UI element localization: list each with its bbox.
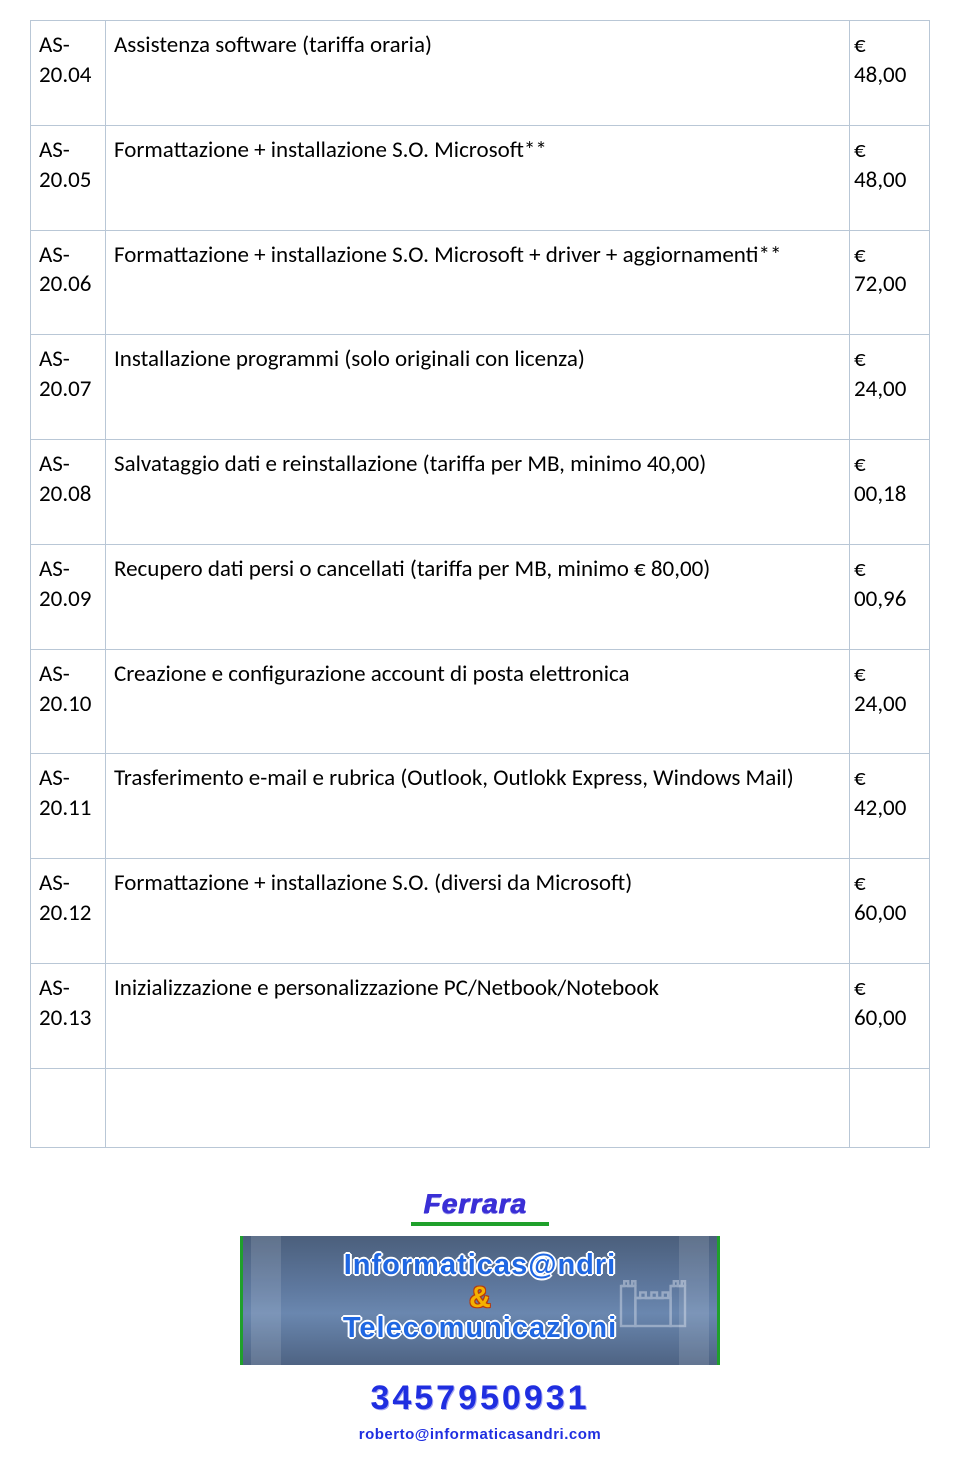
row-code: AS-20.09 — [31, 544, 106, 649]
table-row: AS-20.11Trasferimento e-mail e rubrica (… — [31, 754, 930, 859]
brand-line-1: Informaticas@ndri — [243, 1250, 717, 1282]
footer-city: Ferrara — [411, 1188, 549, 1226]
row-code: AS-20.12 — [31, 859, 106, 964]
row-price: € 00,18 — [850, 440, 930, 545]
row-price: € 48,00 — [850, 21, 930, 126]
row-price: € 72,00 — [850, 230, 930, 335]
row-price: € 24,00 — [850, 335, 930, 440]
footer: Ferrara Informaticas@ndri & Telecomunica… — [30, 1188, 930, 1443]
table-row-empty — [31, 1068, 930, 1147]
row-description: Recupero dati persi o cancellati (tariff… — [106, 544, 850, 649]
footer-phone: 3457950931 — [30, 1379, 930, 1418]
row-code: AS-20.11 — [31, 754, 106, 859]
row-price: € 60,00 — [850, 964, 930, 1069]
footer-email: roberto@informaticasandri.com — [30, 1426, 930, 1443]
row-description: Installazione programmi (solo originali … — [106, 335, 850, 440]
table-row: AS-20.05Formattazione + installazione S.… — [31, 125, 930, 230]
row-description: Inizializzazione e personalizzazione PC/… — [106, 964, 850, 1069]
table-row: AS-20.04Assistenza software (tariffa ora… — [31, 21, 930, 126]
table-row: AS-20.09Recupero dati persi o cancellati… — [31, 544, 930, 649]
brand-ampersand: & — [243, 1282, 717, 1314]
row-description: Formattazione + installazione S.O. Micro… — [106, 125, 850, 230]
table-row: AS-20.12Formattazione + installazione S.… — [31, 859, 930, 964]
price-table: AS-20.04Assistenza software (tariffa ora… — [30, 20, 930, 1148]
row-code: AS-20.10 — [31, 649, 106, 754]
row-price: € 24,00 — [850, 649, 930, 754]
table-row: AS-20.06Formattazione + installazione S.… — [31, 230, 930, 335]
row-description: Assistenza software (tariffa oraria) — [106, 21, 850, 126]
row-code: AS-20.13 — [31, 964, 106, 1069]
row-description: Trasferimento e-mail e rubrica (Outlook,… — [106, 754, 850, 859]
row-price: € 60,00 — [850, 859, 930, 964]
table-row: AS-20.13Inizializzazione e personalizzaz… — [31, 964, 930, 1069]
table-row: AS-20.08Salvataggio dati e reinstallazio… — [31, 440, 930, 545]
row-description: Formattazione + installazione S.O. (dive… — [106, 859, 850, 964]
table-row: AS-20.10Creazione e configurazione accou… — [31, 649, 930, 754]
row-description: Salvataggio dati e reinstallazione (tari… — [106, 440, 850, 545]
row-price: € 00,96 — [850, 544, 930, 649]
brand-line-2: Telecomunicazioni — [243, 1313, 717, 1345]
brand-logo-box: Informaticas@ndri & Telecomunicazioni — [240, 1236, 720, 1365]
row-description: Creazione e configurazione account di po… — [106, 649, 850, 754]
row-code: AS-20.08 — [31, 440, 106, 545]
row-code: AS-20.06 — [31, 230, 106, 335]
table-row: AS-20.07Installazione programmi (solo or… — [31, 335, 930, 440]
row-price: € 48,00 — [850, 125, 930, 230]
row-code: AS-20.07 — [31, 335, 106, 440]
row-description: Formattazione + installazione S.O. Micro… — [106, 230, 850, 335]
row-code: AS-20.04 — [31, 21, 106, 126]
row-code: AS-20.05 — [31, 125, 106, 230]
row-price: € 42,00 — [850, 754, 930, 859]
